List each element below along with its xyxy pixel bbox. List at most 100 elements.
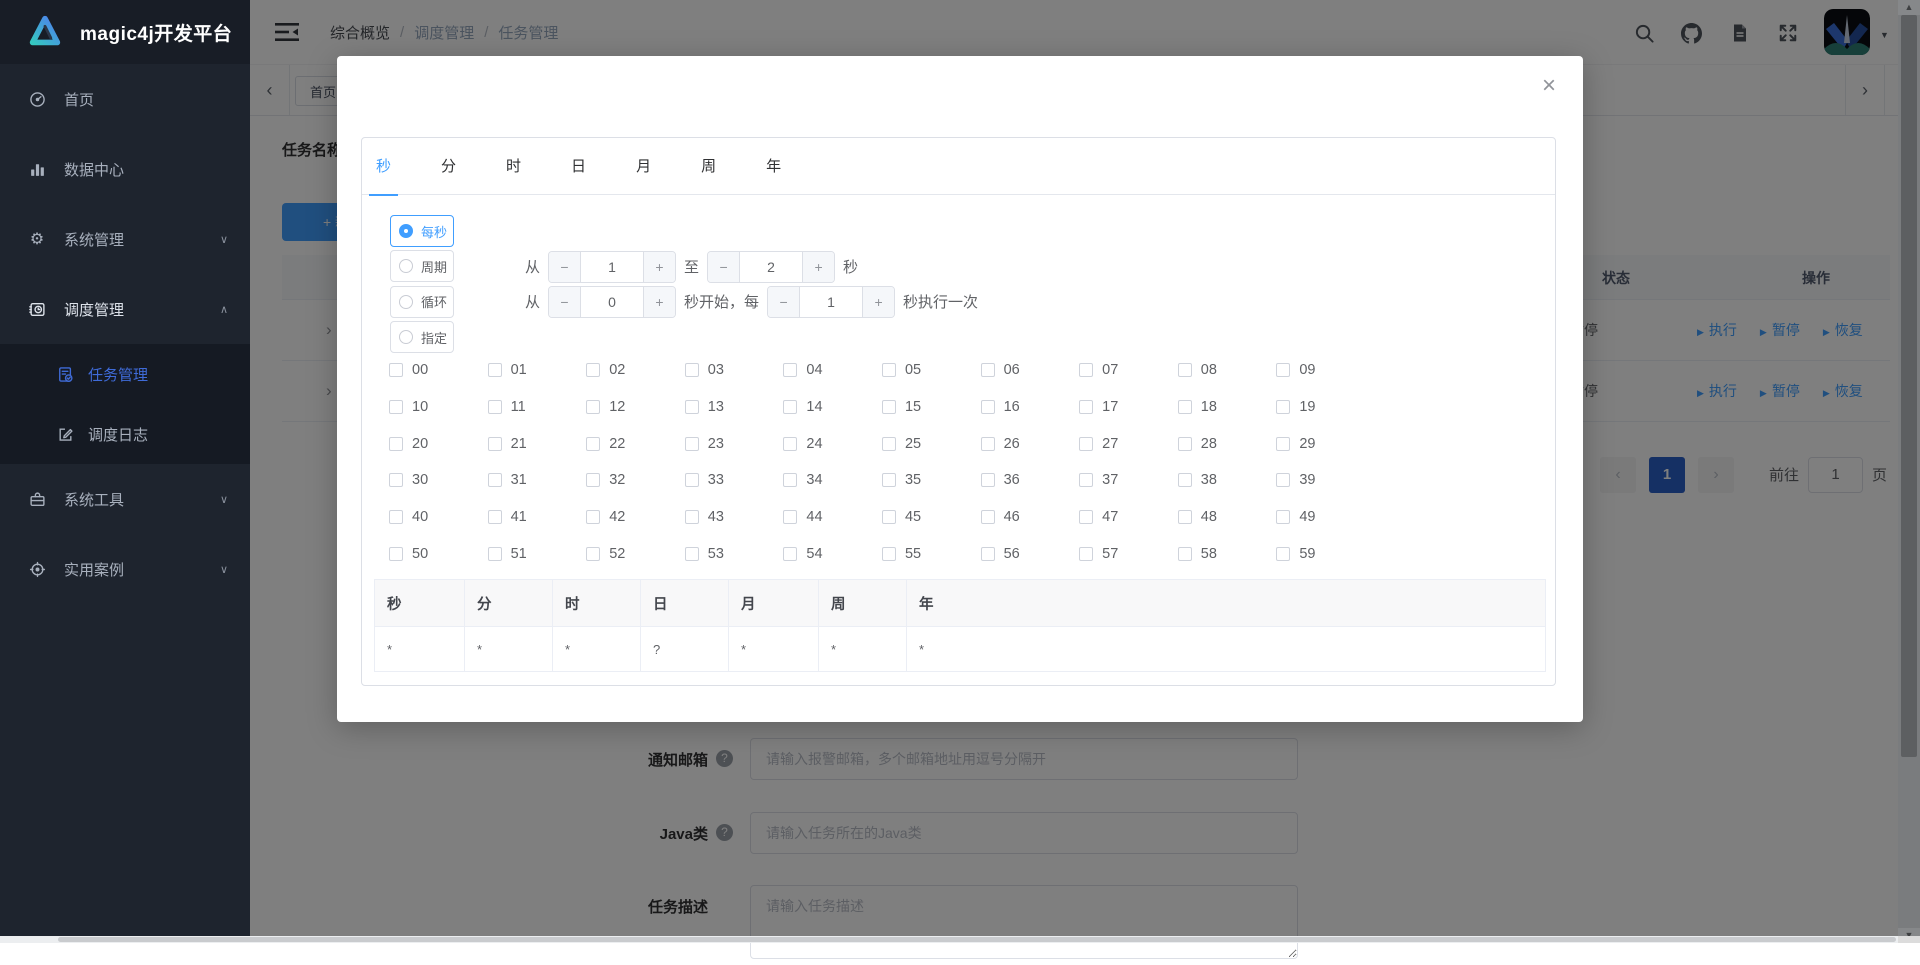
second-checkbox-18[interactable] [1178,400,1192,414]
second-checkbox-55[interactable] [882,547,896,561]
sidebar-item-调度日志[interactable]: 调度日志 [0,404,250,464]
second-checkbox-52[interactable] [586,547,600,561]
increment-icon[interactable]: + [862,287,894,317]
cron-tab-秒[interactable]: 秒 [376,138,391,195]
second-checkbox-19[interactable] [1276,400,1290,414]
vertical-scrollbar-thumb[interactable] [1901,15,1917,757]
decrement-icon[interactable]: − [549,287,581,317]
second-checkbox-58[interactable] [1178,547,1192,561]
second-checkbox-15[interactable] [882,400,896,414]
decrement-icon[interactable]: − [549,252,581,282]
second-checkbox-14[interactable] [783,400,797,414]
second-checkbox-06[interactable] [981,363,995,377]
increment-icon[interactable]: + [643,252,675,282]
second-checkbox-45[interactable] [882,510,896,524]
sidebar-item-调度管理[interactable]: 调度管理∧ [0,274,250,344]
second-checkbox-44[interactable] [783,510,797,524]
sidebar-item-实用案例[interactable]: 实用案例∨ [0,534,250,604]
second-checkbox-26[interactable] [981,437,995,451]
second-checkbox-01[interactable] [488,363,502,377]
vertical-scrollbar[interactable]: ▲ ▼ [1898,0,1920,943]
range-from-value[interactable]: 1 [581,252,643,282]
second-checkbox-56[interactable] [981,547,995,561]
second-checkbox-41[interactable] [488,510,502,524]
cron-tab-分[interactable]: 分 [441,138,456,195]
second-checkbox-13[interactable] [685,400,699,414]
second-checkbox-21[interactable] [488,437,502,451]
sidebar-item-任务管理[interactable]: 任务管理 [0,344,250,404]
increment-icon[interactable]: + [802,252,834,282]
second-checkbox-49[interactable] [1276,510,1290,524]
increment-icon[interactable]: + [643,287,675,317]
second-checkbox-35[interactable] [882,473,896,487]
second-checkbox-46[interactable] [981,510,995,524]
cron-mode-radio-每秒[interactable]: 每秒 [390,215,454,247]
second-checkbox-24[interactable] [783,437,797,451]
cycle-step-value[interactable]: 1 [800,287,862,317]
sidebar-item-系统管理[interactable]: ⚙ 系统管理∨ [0,204,250,274]
dialog-close-icon[interactable]: × [1542,74,1556,98]
second-checkbox-39[interactable] [1276,473,1290,487]
cron-tab-日[interactable]: 日 [571,138,586,195]
cron-mode-radio-周期[interactable]: 周期 [390,250,454,282]
second-checkbox-34[interactable] [783,473,797,487]
cron-tab-月[interactable]: 月 [636,138,651,195]
second-checkbox-16[interactable] [981,400,995,414]
second-checkbox-08[interactable] [1178,363,1192,377]
cron-mode-radio-指定[interactable]: 指定 [390,321,454,353]
second-checkbox-32[interactable] [586,473,600,487]
second-checkbox-07[interactable] [1079,363,1093,377]
second-checkbox-27[interactable] [1079,437,1093,451]
second-checkbox-51[interactable] [488,547,502,561]
horizontal-scrollbar-thumb[interactable] [58,937,1896,942]
second-checkbox-04[interactable] [783,363,797,377]
second-checkbox-22[interactable] [586,437,600,451]
second-checkbox-11[interactable] [488,400,502,414]
second-checkbox-42[interactable] [586,510,600,524]
cron-tab-年[interactable]: 年 [766,138,781,195]
cron-tab-时[interactable]: 时 [506,138,521,195]
second-checkbox-48[interactable] [1178,510,1192,524]
second-checkbox-40[interactable] [389,510,403,524]
second-checkbox-53[interactable] [685,547,699,561]
second-checkbox-37[interactable] [1079,473,1093,487]
second-checkbox-00[interactable] [389,363,403,377]
second-checkbox-30[interactable] [389,473,403,487]
second-checkbox-28[interactable] [1178,437,1192,451]
cron-mode-radio-循环[interactable]: 循环 [390,286,454,318]
decrement-icon[interactable]: − [768,287,800,317]
second-checkbox-09[interactable] [1276,363,1290,377]
second-checkbox-38[interactable] [1178,473,1192,487]
second-checkbox-47[interactable] [1079,510,1093,524]
second-checkbox-03[interactable] [685,363,699,377]
second-option-08: 08 [1178,362,1277,378]
second-checkbox-57[interactable] [1079,547,1093,561]
second-checkbox-10[interactable] [389,400,403,414]
sidebar-item-系统工具[interactable]: 系统工具∨ [0,464,250,534]
second-checkbox-17[interactable] [1079,400,1093,414]
scroll-up-icon[interactable]: ▲ [1898,0,1920,15]
second-checkbox-20[interactable] [389,437,403,451]
sidebar-item-首页[interactable]: 首页 [0,64,250,134]
second-checkbox-05[interactable] [882,363,896,377]
range-to-value[interactable]: 2 [740,252,802,282]
second-checkbox-50[interactable] [389,547,403,561]
cycle-start-value[interactable]: 0 [581,287,643,317]
second-checkbox-43[interactable] [685,510,699,524]
sidebar-item-数据中心[interactable]: 数据中心 [0,134,250,204]
second-checkbox-33[interactable] [685,473,699,487]
second-checkbox-25[interactable] [882,437,896,451]
second-checkbox-59[interactable] [1276,547,1290,561]
chart-icon [28,160,46,178]
decrement-icon[interactable]: − [708,252,740,282]
horizontal-scrollbar[interactable] [0,936,1898,943]
second-checkbox-36[interactable] [981,473,995,487]
second-checkbox-23[interactable] [685,437,699,451]
second-checkbox-54[interactable] [783,547,797,561]
cron-tab-周[interactable]: 周 [701,138,716,195]
second-checkbox-02[interactable] [586,363,600,377]
second-checkbox-12[interactable] [586,400,600,414]
second-checkbox-31[interactable] [488,473,502,487]
second-option-40: 40 [389,509,488,525]
second-checkbox-29[interactable] [1276,437,1290,451]
